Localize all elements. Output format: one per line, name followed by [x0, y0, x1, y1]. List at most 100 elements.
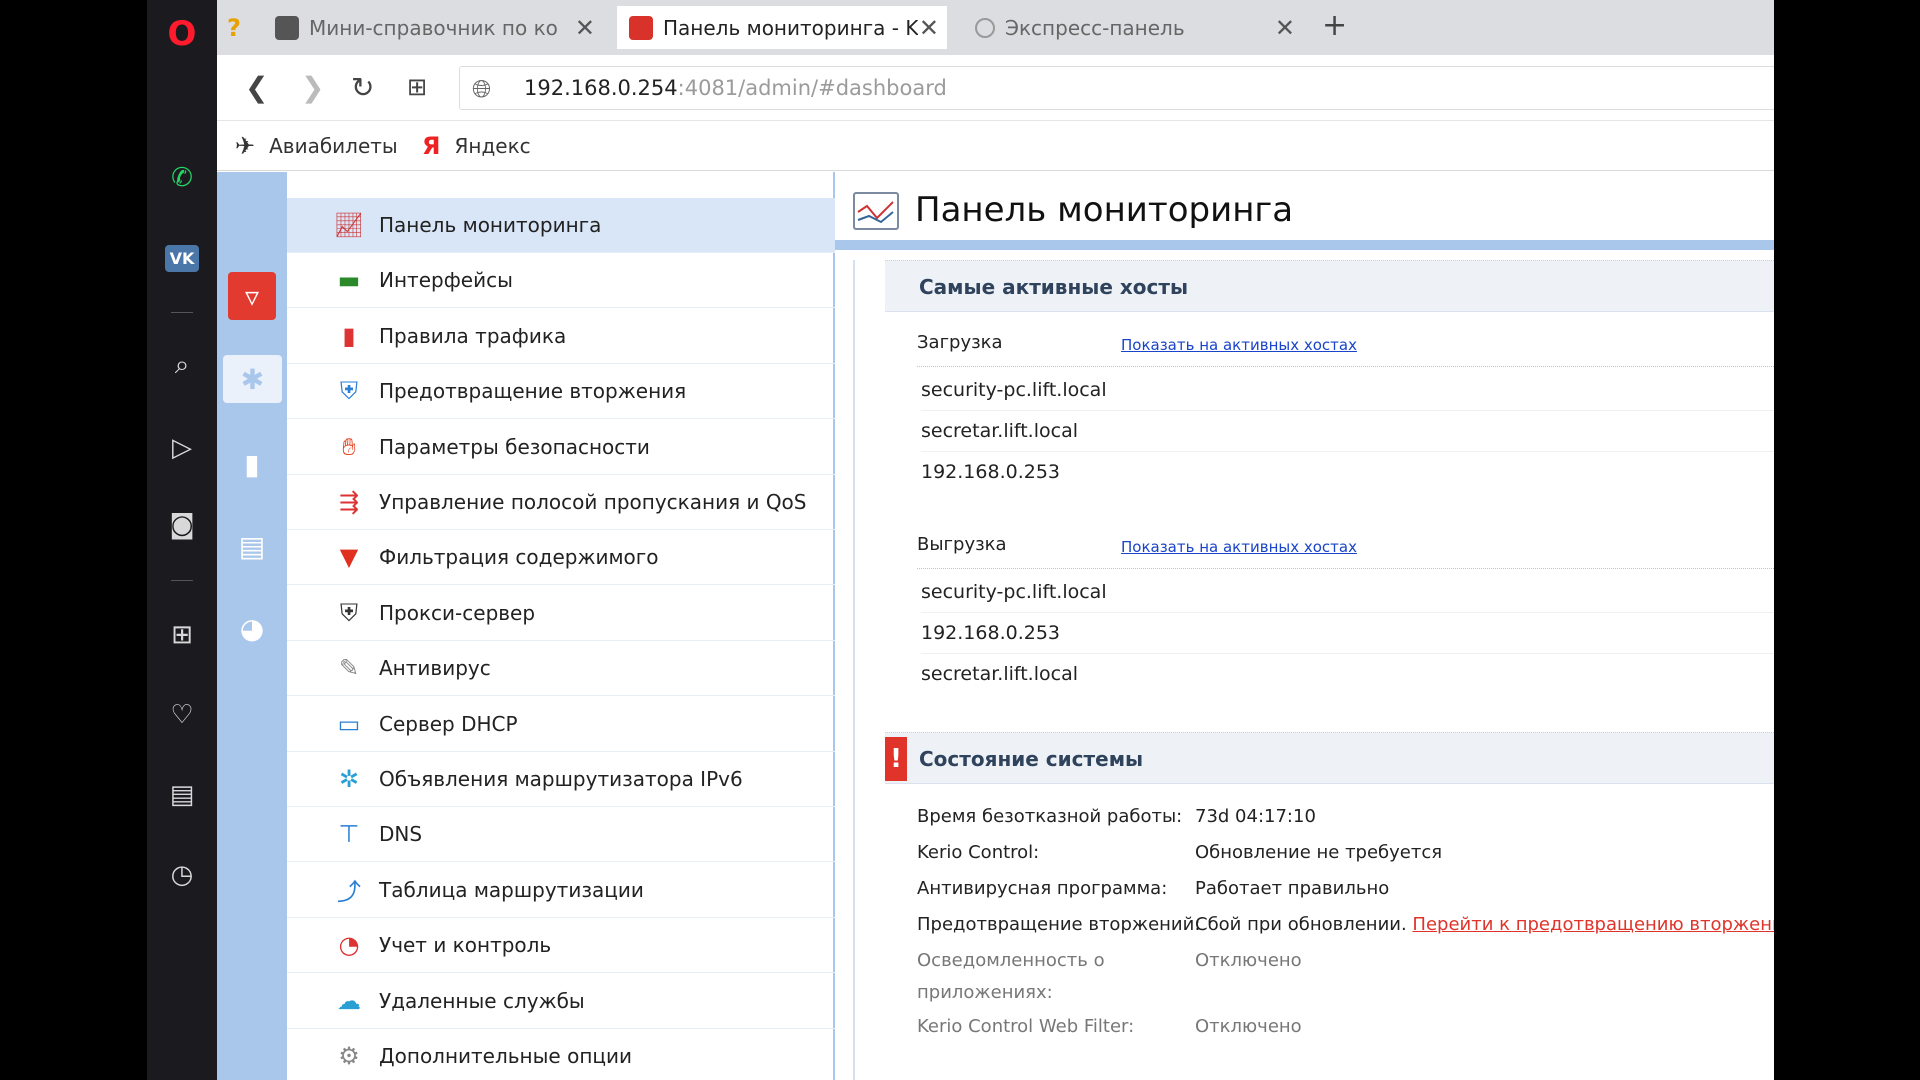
- ips-label: Предотвращение вторжений:: [917, 914, 1201, 935]
- page-title: Панель мониторинга: [915, 190, 1294, 230]
- app-awareness-label: Осведомленность о: [917, 950, 1105, 971]
- bookmark-yandex[interactable]: Я Яндекс: [422, 132, 531, 160]
- menu-item[interactable]: ◔ Учет и контроль: [287, 918, 835, 974]
- menu-item-label: Удаленные службы: [379, 988, 585, 1013]
- web-filter-value: Отключено: [1195, 1016, 1302, 1037]
- close-icon[interactable]: ✕: [1275, 14, 1295, 42]
- content-title-bar: Панель мониторинга: [835, 172, 1774, 250]
- list-item: secretar.lift.local: [921, 411, 1774, 452]
- tab-title: Мини-справочник по ко: [309, 15, 558, 40]
- help-icon[interactable]: ?: [227, 6, 255, 49]
- sidebar-separator: [171, 580, 193, 581]
- history-icon[interactable]: ◷: [147, 855, 217, 895]
- url-field[interactable]: 🌐︎ 192.168.0.254:4081/admin/#dashboard: [459, 66, 1774, 110]
- advanced-options-icon: ⚙: [338, 1042, 360, 1070]
- upload-show-link[interactable]: Показать на активных хостах: [1121, 538, 1357, 556]
- tab-dashboard[interactable]: Панель мониторинга - Ke ✕: [617, 6, 947, 49]
- security-shield-icon[interactable]: ▿: [228, 272, 276, 320]
- loading-icon: [975, 17, 995, 38]
- vk-icon[interactable]: VK: [147, 238, 217, 278]
- menu-item[interactable]: ✲ Объявления маршрутизатора IPv6: [287, 752, 835, 807]
- camera-icon[interactable]: ◙: [147, 505, 217, 545]
- cloud-icon: ☁: [337, 986, 361, 1015]
- close-icon[interactable]: ✕: [575, 14, 595, 42]
- menu-item[interactable]: ⚙ Дополнительные опции: [287, 1029, 835, 1080]
- menu-item-label: Параметры безопасности: [379, 434, 650, 459]
- forward-button[interactable]: ❯: [301, 71, 324, 104]
- list-item: secretar.lift.local: [921, 663, 1078, 685]
- menu-item[interactable]: ☁ Удаленные службы: [287, 974, 835, 1029]
- dashboard-content: Панель мониторинга Самые активные хосты …: [835, 172, 1774, 1080]
- menu-item[interactable]: ▬ Интерфейсы: [287, 253, 835, 309]
- stats-icon[interactable]: ▮: [228, 440, 276, 488]
- settings-menu: 📈︎ Панель мониторинга ▬ Интерфейсы ▮ Правила …: [287, 172, 835, 1080]
- menu-item[interactable]: ▼ Фильтрация содержимого: [287, 530, 835, 586]
- shield-icon: ⛨: [340, 377, 358, 406]
- tabs-overview-button[interactable]: ⊞: [407, 73, 427, 101]
- reload-button[interactable]: ↻: [351, 71, 374, 104]
- alert-icon: !: [885, 737, 907, 781]
- ips-status: Сбой при обновлении.: [1195, 914, 1407, 935]
- filter-icon: ▼: [339, 543, 359, 572]
- dns-icon: ⊤: [338, 820, 360, 849]
- url-text: 192.168.0.254:4081/admin/#dashboard: [524, 76, 947, 100]
- sidebar-separator: [171, 312, 193, 313]
- list-item: 192.168.0.253: [921, 613, 1774, 654]
- download-label: Загрузка: [917, 332, 1003, 353]
- news-icon[interactable]: ▤: [147, 775, 217, 815]
- menu-item[interactable]: ✋︎ Параметры безопасности: [287, 420, 835, 475]
- divider: [917, 568, 1774, 569]
- screen-border-left: [0, 0, 147, 1080]
- tab-speed-dial[interactable]: Экспресс-панель ✕: [963, 6, 1303, 49]
- menu-item-label: Фильтрация содержимого: [379, 545, 659, 570]
- bookmarks-bar: ✈ Авиабилеты Я Яндекс: [217, 121, 1774, 171]
- address-bar-row: ❮ ❯ ↻ ⊞ 🌐︎ 192.168.0.254:4081/admin/#das…: [217, 55, 1774, 121]
- tab-mini-guide[interactable]: Мини-справочник по ко ✕: [263, 6, 603, 49]
- settings-gear-icon[interactable]: ✱: [223, 355, 282, 403]
- search-icon[interactable]: ⌕: [147, 345, 217, 385]
- speed-dial-icon[interactable]: ⊞: [147, 615, 217, 655]
- uptime-label: Время безотказной работы:: [917, 806, 1183, 827]
- top-hosts-header: Самые активные хосты: [885, 260, 1774, 312]
- send-icon[interactable]: ▷: [147, 428, 217, 468]
- logs-icon[interactable]: ▤: [228, 522, 276, 570]
- new-tab-button[interactable]: +: [1322, 8, 1347, 43]
- menu-item-label: DNS: [379, 822, 423, 847]
- status-pie-icon[interactable]: ◕: [228, 604, 276, 652]
- ipv6-icon: ✲: [338, 765, 360, 793]
- bookmark-aviabilety[interactable]: ✈ Авиабилеты: [235, 132, 398, 160]
- plane-icon: ✈: [235, 132, 256, 160]
- menu-item[interactable]: ⊤ DNS: [287, 807, 835, 863]
- ips-value: Сбой при обновлении. Перейти к предотвра…: [1195, 914, 1774, 935]
- menu-item[interactable]: ⛨ Предотвращение вторжения: [287, 364, 835, 420]
- menu-item-label: Дополнительные опции: [379, 1044, 633, 1068]
- menu-item-label: Предотвращение вторжения: [379, 379, 687, 404]
- menu-item[interactable]: ⛨ Прокси-сервер: [287, 586, 835, 641]
- menu-item[interactable]: 📈︎ Панель мониторинга: [287, 198, 835, 253]
- menu-item-label: Учет и контроль: [379, 933, 552, 958]
- monitoring-icon: 📈︎: [333, 211, 365, 239]
- opera-logo-icon[interactable]: O: [147, 14, 217, 54]
- routing-icon: ⤴: [337, 878, 361, 907]
- kerio-favicon-icon: [629, 15, 653, 40]
- menu-item[interactable]: ▮ Правила трафика: [287, 309, 835, 364]
- menu-item-label: Сервер DHCP: [379, 711, 518, 736]
- download-show-link[interactable]: Показать на активных хостах: [1121, 336, 1357, 354]
- ips-link[interactable]: Перейти к предотвращению вторжения: [1412, 914, 1774, 935]
- menu-item[interactable]: ⇶ Управление полосой пропускания и QoS: [287, 475, 835, 530]
- menu-item[interactable]: ✎ Антивирус: [287, 641, 835, 697]
- close-icon[interactable]: ✕: [919, 14, 939, 42]
- tab-strip: ? Мини-справочник по ко ✕ Панель монитор…: [217, 0, 1774, 55]
- whatsapp-icon[interactable]: ✆: [147, 158, 217, 198]
- heart-icon[interactable]: ♡: [147, 695, 217, 735]
- bandwidth-icon: ⇶: [338, 488, 360, 516]
- list-item: security-pc.lift.local: [921, 370, 1774, 411]
- back-button[interactable]: ❮: [245, 71, 268, 104]
- list-item: security-pc.lift.local: [921, 572, 1774, 613]
- menu-item[interactable]: ▭ Сервер DHCP: [287, 697, 835, 752]
- kerio-rail: ▿ ✱ ▮ ▤ ◕: [217, 172, 287, 1080]
- menu-item[interactable]: ⤴ Таблица маршрутизации: [287, 863, 835, 918]
- kerio-control-label: Kerio Control:: [917, 842, 1040, 863]
- dashboard-panels: Самые активные хосты Загрузка Показать н…: [853, 260, 1774, 1080]
- menu-item-label: Управление полосой пропускания и QoS: [379, 490, 807, 514]
